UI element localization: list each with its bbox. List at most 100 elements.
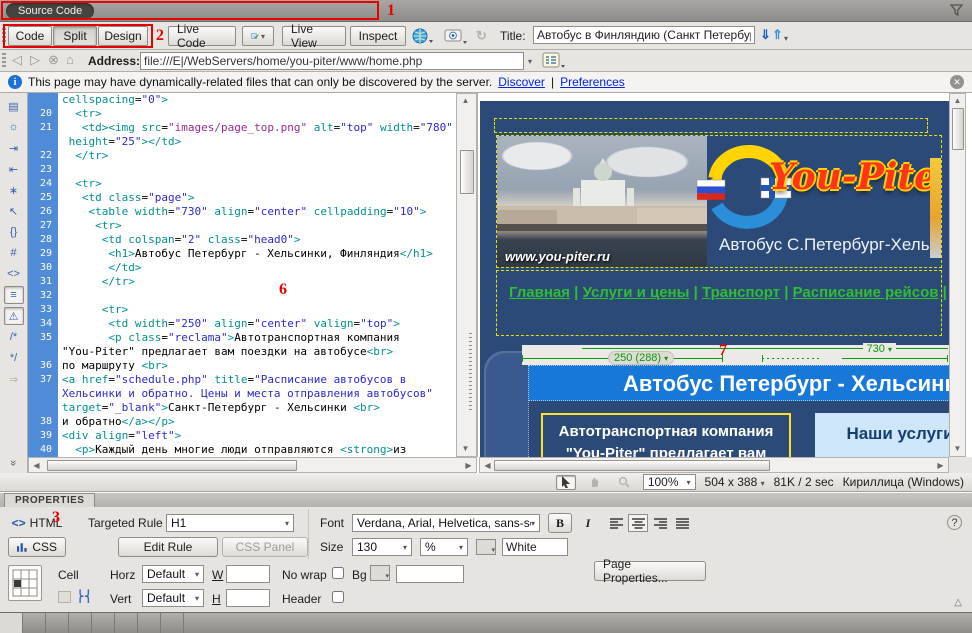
text-color-swatch[interactable]: ▾ — [476, 539, 496, 555]
hand-tool-icon[interactable] — [585, 475, 605, 490]
word-wrap-icon[interactable]: ≡ — [4, 286, 24, 304]
align-center-icon[interactable] — [628, 514, 648, 532]
close-icon[interactable]: ✕ — [950, 75, 964, 89]
live-code-button[interactable]: Live Code — [168, 26, 236, 46]
align-left-icon[interactable] — [606, 514, 626, 532]
nowrap-checkbox[interactable] — [332, 567, 344, 579]
indent-code-icon[interactable]: ⇒ — [4, 370, 24, 388]
file-list-icon[interactable] — [542, 52, 566, 69]
merge-cells-icon[interactable] — [58, 591, 71, 603]
file-put-icon[interactable]: ⇑ — [772, 27, 783, 43]
address-dropdown-icon[interactable]: ▾ — [528, 57, 532, 66]
properties-tab[interactable]: PROPERTIES — [4, 493, 95, 507]
unit-dropdown[interactable]: %▾ — [420, 538, 468, 556]
site-header-image[interactable]: www.you-piter.ru You-Piter Автобус С.Пет… — [496, 135, 942, 268]
line-numbers-icon[interactable]: # — [4, 244, 24, 262]
visual-aids-icon[interactable] — [444, 29, 468, 44]
results-tab[interactable] — [23, 613, 46, 633]
results-tab[interactable] — [92, 613, 115, 633]
magnification-dropdown[interactable]: 100%▾ — [643, 474, 696, 490]
toolbar-grip[interactable] — [2, 53, 6, 69]
back-icon[interactable]: ◁ — [12, 52, 22, 68]
italic-button[interactable]: I — [576, 513, 600, 533]
more-options-icon[interactable]: » — [8, 460, 20, 466]
zoom-tool-icon[interactable] — [614, 475, 634, 490]
results-tab[interactable] — [115, 613, 138, 633]
code-horizontal-scrollbar[interactable]: ◀ ▶ — [28, 457, 477, 473]
header-checkbox[interactable] — [332, 591, 344, 603]
results-tab[interactable] — [69, 613, 92, 633]
edit-rule-button[interactable]: Edit Rule — [118, 537, 218, 557]
scroll-right-icon[interactable]: ▶ — [461, 459, 476, 473]
collapse-selection-icon[interactable]: ⇤ — [4, 160, 24, 178]
design-vertical-scrollbar[interactable]: ▲ ▼ — [949, 93, 966, 457]
code-navigator-icon[interactable]: ☼ — [4, 118, 24, 136]
size-dropdown[interactable]: 130▾ — [352, 538, 412, 556]
scroll-down-icon[interactable]: ▼ — [950, 442, 965, 456]
filter-icon[interactable] — [949, 3, 964, 17]
discover-link[interactable]: Discover — [498, 75, 545, 89]
design-pane[interactable]: www.you-piter.ru You-Piter Автобус С.Пет… — [477, 93, 949, 457]
scroll-left-icon[interactable]: ◀ — [480, 459, 495, 473]
select-tool-icon[interactable] — [556, 475, 576, 490]
table-width-bar[interactable]: 730 ▾ 250 (288) ▾ — [522, 345, 949, 365]
table-row-outline[interactable] — [494, 118, 928, 133]
vert-dropdown[interactable]: Default▾ — [142, 589, 204, 607]
code-vertical-scrollbar[interactable]: ▲ ▼ — [456, 93, 477, 457]
bg-color-swatch[interactable]: ▾ — [370, 565, 390, 581]
live-view-button[interactable]: Live View — [282, 26, 346, 46]
scrollbar-thumb[interactable] — [47, 460, 297, 471]
nav-link[interactable]: Главная — [509, 284, 570, 301]
scroll-up-icon[interactable]: ▲ — [950, 94, 965, 108]
align-right-icon[interactable] — [650, 514, 670, 532]
title-input[interactable] — [533, 26, 755, 44]
scrollbar-thumb[interactable] — [460, 150, 474, 194]
align-justify-icon[interactable] — [672, 514, 692, 532]
scroll-down-icon[interactable]: ▼ — [458, 442, 473, 456]
scroll-left-icon[interactable]: ◀ — [29, 459, 44, 473]
horz-dropdown[interactable]: Default▾ — [142, 565, 204, 583]
page-properties-button[interactable]: Page Properties... — [594, 561, 706, 581]
split-cell-icon[interactable]: ⎬⎨ — [76, 590, 93, 603]
refresh-icon[interactable]: ↻ — [476, 28, 487, 44]
code-pane[interactable]: cellspacing="0"> 20 <tr> 21 <td><img src… — [28, 93, 456, 457]
css-mode-button[interactable]: CSS — [8, 537, 66, 557]
results-tab[interactable] — [138, 613, 161, 633]
help-icon[interactable]: ? — [947, 515, 962, 530]
collapse-full-tag-icon[interactable]: ⇥ — [4, 139, 24, 157]
window-size-dropdown[interactable]: 504 x 388 ▾ — [705, 475, 765, 489]
address-input[interactable] — [140, 52, 524, 70]
results-tab[interactable] — [161, 613, 184, 633]
syntax-error-alerts-icon[interactable]: ⚠ — [4, 307, 24, 325]
forward-icon[interactable]: ▷ — [30, 52, 40, 68]
stop-icon[interactable]: ⊗ — [48, 52, 59, 68]
results-tab[interactable] — [46, 613, 69, 633]
preview-in-browser-icon[interactable] — [412, 28, 434, 44]
expand-all-icon[interactable]: ∗ — [4, 181, 24, 199]
file-get-icon[interactable]: ⇓ — [760, 27, 771, 43]
highlight-invalid-icon[interactable]: <> — [4, 265, 24, 283]
open-documents-icon[interactable]: ▤ — [4, 97, 24, 115]
scrollbar-thumb[interactable] — [494, 460, 770, 471]
column-width-label[interactable]: 250 (288) ▾ — [608, 351, 674, 365]
select-parent-tag-icon[interactable]: ↖ — [4, 202, 24, 220]
apply-comment-icon[interactable]: /* — [4, 328, 24, 346]
page-content-row[interactable]: Автотранспортная компания "You-Piter" пр… — [528, 402, 949, 457]
bold-button[interactable]: B — [548, 513, 572, 533]
css-panel-button[interactable]: CSS Panel — [222, 537, 308, 557]
pane-splitter[interactable] — [469, 333, 472, 413]
design-horizontal-scrollbar[interactable]: ◀ ▶ — [479, 457, 949, 473]
nav-link[interactable]: Услуги и цены — [583, 284, 690, 301]
results-tab[interactable] — [0, 613, 23, 633]
color-name-field[interactable] — [502, 538, 568, 556]
scrollbar-thumb[interactable] — [952, 108, 964, 150]
scroll-right-icon[interactable]: ▶ — [933, 459, 948, 473]
caret-down-icon[interactable]: ▾ — [784, 34, 788, 43]
balance-braces-icon[interactable]: {} — [4, 223, 24, 241]
font-dropdown[interactable]: Verdana, Arial, Helvetica, sans-serif▾ — [352, 514, 540, 532]
targeted-rule-dropdown[interactable]: H1▾ — [166, 514, 294, 532]
design-page-canvas[interactable]: www.you-piter.ru You-Piter Автобус С.Пет… — [480, 101, 949, 457]
scroll-up-icon[interactable]: ▲ — [458, 94, 473, 108]
bg-color-field[interactable] — [396, 565, 464, 583]
nav-link[interactable]: Расписание рейсов — [793, 284, 939, 301]
